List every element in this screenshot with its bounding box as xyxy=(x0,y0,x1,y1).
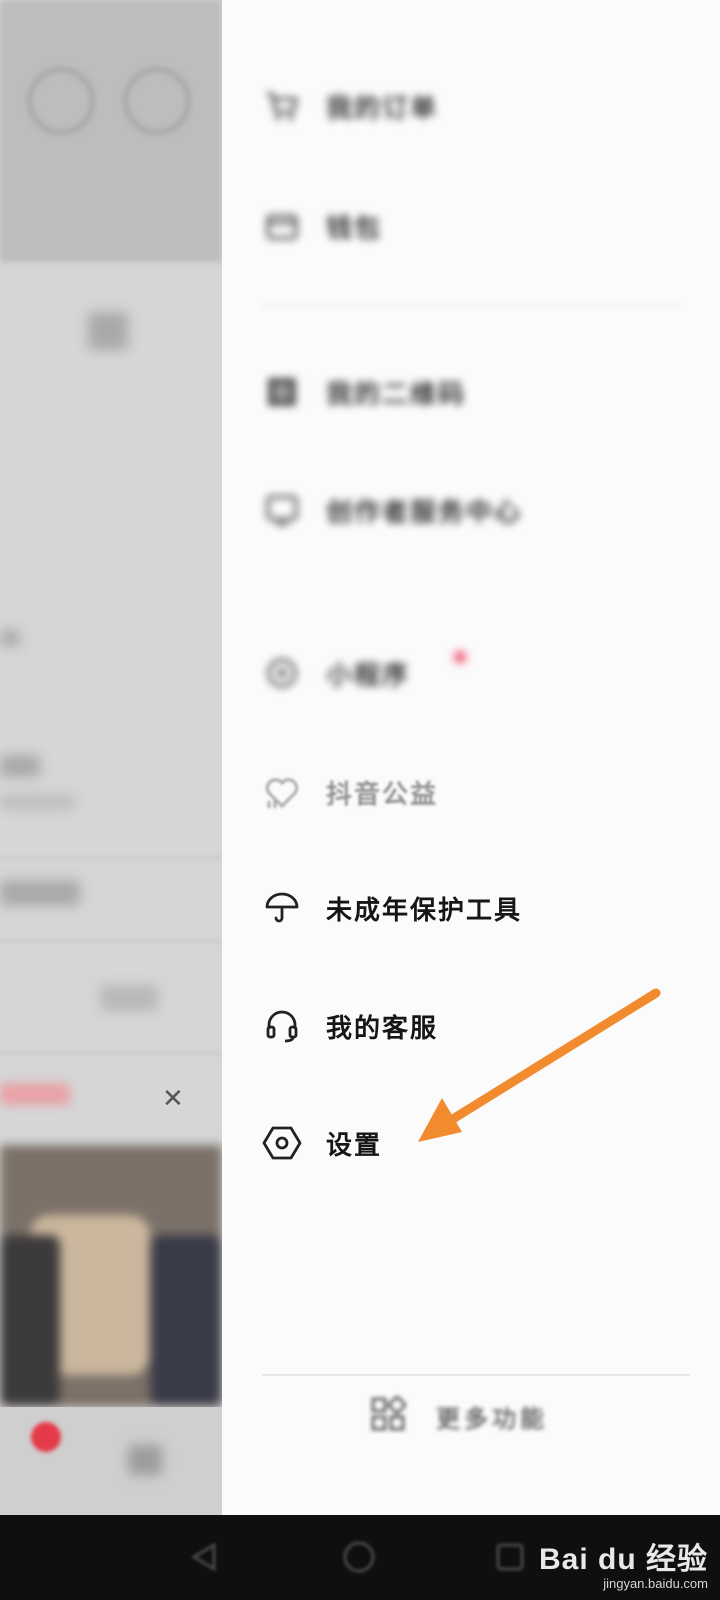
menu-item-label: 抖音公益 xyxy=(326,779,439,810)
background-block xyxy=(0,630,20,646)
background-divider xyxy=(0,940,222,942)
background-video-thumbnail xyxy=(0,1145,222,1407)
more-features-label: 更多功能 xyxy=(436,1404,548,1433)
grid-icon xyxy=(370,1394,408,1436)
more-divider xyxy=(262,1374,690,1376)
menu-item-orders[interactable]: 我的订单 xyxy=(262,76,438,136)
background-app: ✕ xyxy=(0,0,222,1515)
umbrella-icon xyxy=(262,888,302,928)
baidu-jingyan-watermark: Bai du 经验 jingyan.baidu.com xyxy=(539,1534,708,1591)
background-divider xyxy=(0,1052,222,1054)
headset-icon xyxy=(262,1006,302,1046)
background-block xyxy=(0,880,80,906)
menu-item-label: 我的二维码 xyxy=(326,379,467,410)
background-circle-icon xyxy=(124,68,190,134)
notification-badge xyxy=(31,1422,61,1452)
new-dot-badge xyxy=(454,651,466,663)
background-tab xyxy=(100,985,158,1011)
background-circle-icon xyxy=(28,68,94,134)
nav-back-icon[interactable] xyxy=(182,1535,226,1579)
menu-divider xyxy=(262,305,680,307)
menu-item-label: 创作者服务中心 xyxy=(326,497,523,528)
background-red-link xyxy=(0,1083,70,1105)
qrcode-icon xyxy=(262,372,302,412)
settings-hexagon-icon xyxy=(262,1123,302,1163)
menu-item-qrcode[interactable]: 我的二维码 xyxy=(262,362,466,422)
menu-item-label: 我的客服 xyxy=(326,1013,439,1044)
miniapp-icon xyxy=(262,653,302,693)
menu-item-label: 设置 xyxy=(326,1130,383,1161)
menu-item-wallet[interactable]: 钱包 xyxy=(262,196,382,256)
menu-item-label: 小程序 xyxy=(326,660,411,691)
more-features-button[interactable]: 更多功能 xyxy=(370,1390,548,1442)
nav-home-icon[interactable] xyxy=(337,1535,381,1579)
menu-item-miniapp[interactable]: 小程序 xyxy=(262,643,466,703)
menu-item-settings[interactable]: 设置 xyxy=(262,1113,382,1173)
menu-item-label: 未成年保护工具 xyxy=(326,895,523,926)
background-header xyxy=(0,0,222,262)
menu-item-charity[interactable]: 抖音公益 xyxy=(262,762,438,822)
menu-item-customer-service[interactable]: 我的客服 xyxy=(262,996,438,1056)
background-block xyxy=(0,755,40,777)
menu-item-minor-protection[interactable]: 未成年保护工具 xyxy=(262,878,522,938)
background-bottom-bar xyxy=(0,1407,222,1515)
background-block xyxy=(0,795,74,809)
menu-item-creator-center[interactable]: 创作者服务中心 xyxy=(262,480,522,540)
background-block xyxy=(88,312,128,350)
menu-item-label: 我的订单 xyxy=(326,93,439,124)
background-close-icon: ✕ xyxy=(162,1084,184,1114)
heart-charity-icon xyxy=(262,772,302,812)
watermark-url: jingyan.baidu.com xyxy=(603,1576,708,1591)
nav-recents-icon[interactable] xyxy=(488,1535,532,1579)
background-home-icon xyxy=(128,1445,162,1475)
side-drawer: 我的订单 钱包 我的二维码 创作者服务中心 小程序 抖音公益 未成年保护工具 我… xyxy=(222,0,720,1515)
menu-item-label: 钱包 xyxy=(326,213,383,244)
watermark-logo: Bai du 经验 xyxy=(538,1543,708,1576)
wallet-icon xyxy=(262,206,302,246)
background-divider xyxy=(0,857,222,859)
cart-icon xyxy=(262,86,302,126)
creator-icon xyxy=(262,490,302,530)
